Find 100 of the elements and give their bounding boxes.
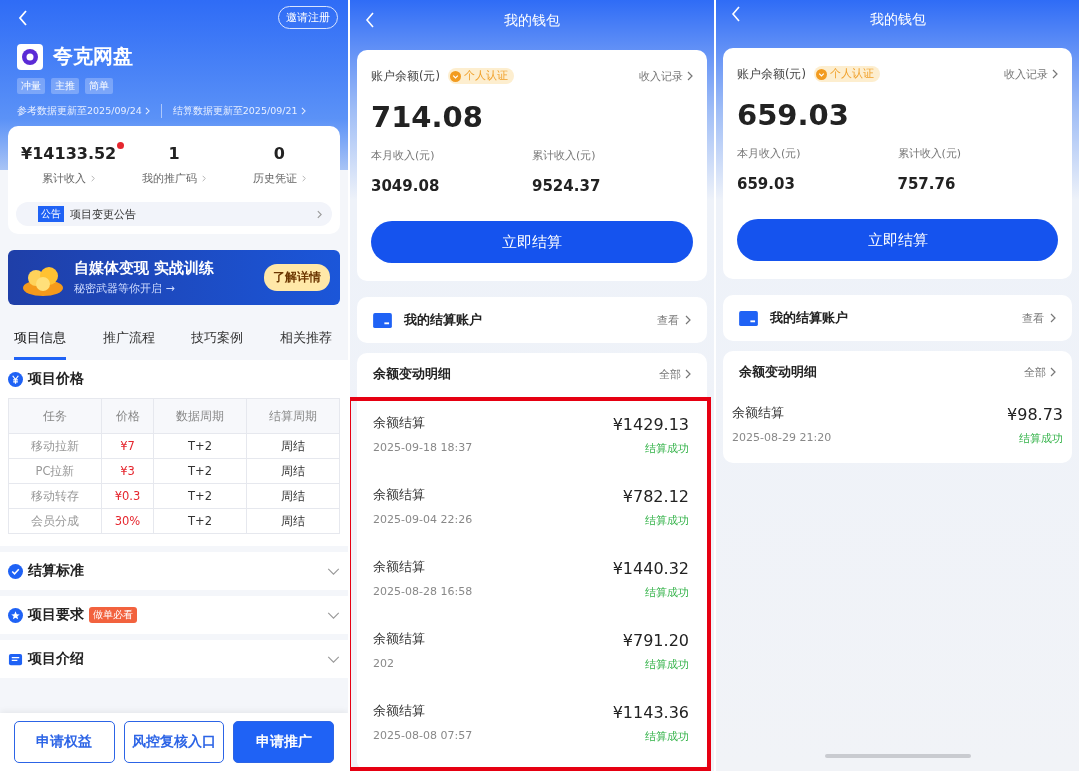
collapsible-section[interactable]: 项目要求 做单必看 <box>0 596 348 634</box>
back-icon[interactable] <box>731 6 741 22</box>
column-header: 价格 <box>101 398 154 434</box>
balance-amount: 659.03 <box>737 98 850 132</box>
chevron-icon <box>91 175 96 182</box>
income-record-link[interactable]: 收入记录 <box>1004 66 1048 82</box>
table-cell: 周结 <box>246 433 340 459</box>
column-header: 任务 <box>8 398 102 434</box>
account-title: 我的结算账户 <box>770 309 848 327</box>
record-time: 2025-09-18 18:37 <box>373 441 473 454</box>
record-time: 202 <box>373 657 395 670</box>
table-cell: ¥0.3 <box>101 483 154 509</box>
banner-subtitle: 秘密武器等你开启 → <box>74 281 176 296</box>
document-icon <box>8 651 23 667</box>
table-cell: T+2 <box>153 433 247 459</box>
section-title: 结算标准 <box>28 562 84 580</box>
tab[interactable]: 推广流程 <box>102 325 155 360</box>
income-record-link[interactable]: 收入记录 <box>639 68 683 84</box>
notice-bar[interactable]: 公告 项目变更公告 <box>16 202 332 226</box>
tab[interactable]: 技巧案例 <box>191 325 244 360</box>
record-title: 余额结算 <box>732 405 785 422</box>
action-button[interactable]: 风控复核入口 <box>123 721 225 763</box>
account-card[interactable]: 我的结算账户 查看 <box>723 295 1072 341</box>
table-cell: 会员分成 <box>8 508 102 534</box>
learn-more-button[interactable]: 了解详情 <box>264 264 330 291</box>
settle-button[interactable]: 立即结算 <box>371 221 693 263</box>
table-cell: T+2 <box>153 483 247 509</box>
table-cell: ¥3 <box>101 458 154 484</box>
chevron-icon <box>450 70 461 82</box>
record-status: 结算成功 <box>645 514 689 528</box>
table-cell: 移动拉新 <box>8 433 102 459</box>
stat-value: 659.03 <box>737 175 796 193</box>
notice-text: 项目变更公告 <box>70 206 136 222</box>
record-amount: ¥1429.13 <box>612 415 689 434</box>
record-title: 余额结算 <box>373 631 425 648</box>
record-status: 结算成功 <box>645 586 689 600</box>
record-time: 2025-09-04 22:26 <box>373 513 473 526</box>
stat-label: 本月收入(元) <box>371 148 436 163</box>
record-title: 余额结算 <box>373 487 426 504</box>
promo-banner[interactable]: 自媒体变现 实战训练 秘密武器等你开启 → 了解详情 <box>8 250 340 305</box>
record-title: 余额结算 <box>373 415 426 432</box>
record-status: 结算成功 <box>645 442 689 456</box>
chevron-icon <box>301 175 306 182</box>
records-title: 余额变动明细 <box>373 365 451 383</box>
stat-value: 3049.08 <box>371 177 441 195</box>
verified-badge: 个人认证 <box>448 68 514 84</box>
table-cell: ¥7 <box>101 433 154 459</box>
stat-item[interactable]: 1 我的推广码 <box>121 144 227 186</box>
verified-badge: 个人认证 <box>814 66 880 82</box>
record-amount: ¥98.73 <box>1007 405 1063 424</box>
notice-tag: 公告 <box>38 206 64 222</box>
section-title: 项目介绍 <box>28 650 84 668</box>
settle-button[interactable]: 立即结算 <box>737 219 1058 261</box>
action-button[interactable]: 申请权益 <box>14 721 115 763</box>
collapsible-section[interactable]: 结算标准 <box>0 552 348 590</box>
chevron-icon <box>816 68 827 80</box>
chevron-icon <box>685 369 691 379</box>
chevron-icon <box>685 315 691 325</box>
table-cell: 30% <box>101 508 154 534</box>
check-icon <box>8 563 23 579</box>
tag: 简单 <box>85 78 113 94</box>
stat-label[interactable]: 累计收入 <box>42 171 87 186</box>
column-header: 数据周期 <box>153 398 247 434</box>
yen-icon <box>8 371 23 387</box>
record-status: 结算成功 <box>645 658 689 672</box>
tag: 主推 <box>51 78 79 94</box>
chevron-icon <box>317 209 322 219</box>
stat-label[interactable]: 我的推广码 <box>142 171 197 186</box>
app-name: 夸克网盘 <box>53 43 133 70</box>
stat-label[interactable]: 历史凭证 <box>252 171 297 186</box>
chevron-icon <box>1050 313 1056 323</box>
record-amount: ¥782.12 <box>622 487 689 506</box>
record-amount: ¥1440.32 <box>612 559 689 578</box>
record-time: 2025-08-28 16:58 <box>373 585 473 598</box>
view-all-link[interactable]: 全部 <box>1024 364 1046 380</box>
page-title: 我的钱包 <box>869 11 926 29</box>
view-link[interactable]: 查看 <box>1022 310 1044 326</box>
chevron-icon <box>1052 69 1058 79</box>
collapsible-section[interactable]: 项目介绍 <box>0 640 348 678</box>
stat-item[interactable]: 0 历史凭证 <box>226 144 332 186</box>
banner-title: 自媒体变现 实战训练 <box>74 259 215 278</box>
chevron-icon <box>300 107 306 115</box>
account-card[interactable]: 我的结算账户 查看 <box>357 297 707 343</box>
view-link[interactable]: 查看 <box>657 312 679 328</box>
card-icon <box>739 310 758 326</box>
balance-amount: 714.08 <box>371 100 484 134</box>
records-title: 余额变动明细 <box>739 363 817 381</box>
action-button[interactable]: 申请推广 <box>233 721 334 763</box>
chevron-icon <box>687 71 693 81</box>
back-icon[interactable] <box>18 9 28 26</box>
stat-value: 9524.37 <box>532 177 602 195</box>
tab[interactable]: 相关推荐 <box>279 325 332 360</box>
table-cell: 周结 <box>246 508 340 534</box>
record-status: 结算成功 <box>645 730 689 744</box>
view-all-link[interactable]: 全部 <box>659 366 681 382</box>
balance-label: 账户余额(元) <box>371 68 440 84</box>
record-time: 2025-08-08 07:57 <box>373 729 473 742</box>
stat-label: 本月收入(元) <box>737 146 802 161</box>
stat-value: 1 <box>168 144 180 163</box>
back-icon[interactable] <box>365 12 375 28</box>
